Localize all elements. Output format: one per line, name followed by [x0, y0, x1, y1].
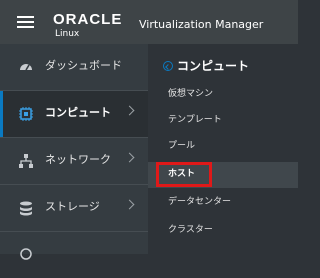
compute-submenu-panel: コンピュート 仮想マシン テンプレート プール ホスト データセンター クラスタ…: [148, 44, 298, 254]
submenu-item-pools[interactable]: プール: [148, 134, 298, 160]
submenu-item-label: テンプレート: [168, 115, 222, 125]
brand-subtitle: Linux: [55, 29, 80, 39]
sidebar-item-storage[interactable]: ストレージ: [0, 185, 148, 231]
highlight-box: [156, 162, 212, 187]
sidebar: ダッシュボード コンピュート ネットワーク ストレージ: [0, 44, 148, 260]
submenu-item-datacenters[interactable]: データセンター: [148, 190, 298, 216]
submenu-item-vms[interactable]: 仮想マシン: [148, 82, 298, 108]
storage-icon: [20, 201, 32, 216]
chevron-right-icon: [124, 199, 135, 210]
submenu-item-label: 仮想マシン: [168, 89, 214, 99]
network-icon: [19, 154, 33, 168]
submenu-item-label: プール: [168, 141, 196, 151]
sidebar-item-more[interactable]: [0, 232, 148, 278]
sidebar-item-label: ネットワーク: [45, 153, 111, 166]
chevron-right-icon: [124, 105, 135, 116]
submenu-item-label: データセンター: [168, 197, 232, 207]
submenu-item-clusters[interactable]: クラスター: [148, 218, 298, 244]
submenu-item-templates[interactable]: テンプレート: [148, 108, 298, 134]
sidebar-item-label: ダッシュボード: [45, 59, 122, 72]
submenu-item-hosts[interactable]: ホスト: [148, 162, 298, 188]
admin-icon: [20, 248, 32, 260]
sidebar-item-compute[interactable]: コンピュート: [0, 91, 148, 137]
sidebar-item-network[interactable]: ネットワーク: [0, 138, 148, 184]
chevron-right-icon: [124, 152, 135, 163]
brand-logo: ORACLE: [53, 11, 123, 28]
chip-icon: [19, 107, 33, 121]
panel-title: コンピュート: [177, 59, 250, 73]
hamburger-menu-icon[interactable]: [17, 16, 34, 28]
sidebar-item-label: コンピュート: [45, 106, 111, 119]
app-title: Virtualization Manager: [139, 18, 264, 31]
dashboard-icon: [20, 64, 32, 71]
top-header: ORACLE Linux Virtualization Manager: [0, 0, 298, 44]
sidebar-item-label: ストレージ: [45, 200, 100, 213]
back-arrow-icon[interactable]: [163, 61, 173, 71]
submenu-item-label: クラスター: [168, 225, 213, 235]
sidebar-item-dashboard[interactable]: ダッシュボード: [0, 44, 148, 90]
